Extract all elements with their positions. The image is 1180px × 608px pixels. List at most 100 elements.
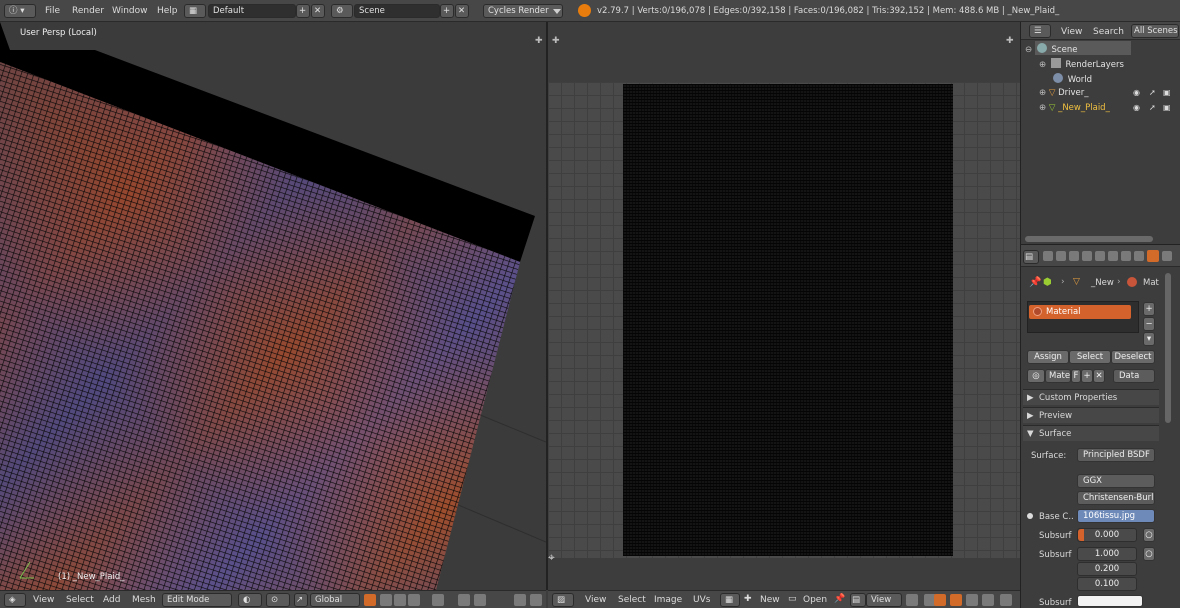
corner-plus-icon[interactable]: ✚ [535, 36, 543, 46]
island-mode-icon[interactable] [982, 594, 994, 606]
eye-icon[interactable]: ◉ [1133, 88, 1140, 97]
subsurface-radius-z[interactable]: 0.100 [1077, 577, 1137, 591]
material-name-field[interactable]: Mate [1045, 369, 1071, 383]
edge-select-icon[interactable] [394, 594, 406, 606]
scene-tab-icon[interactable] [1069, 251, 1079, 261]
uv-menu-uvs[interactable]: UVs [693, 595, 710, 605]
tree-item-scene[interactable]: ⊖ Scene [1025, 43, 1077, 55]
unlink-material-button[interactable]: ✕ [1093, 369, 1105, 383]
display-mode-select[interactable]: All Scenes [1131, 24, 1179, 38]
viewport-3d[interactable]: User Persp (Local) (1) _New_Plaid_ ✚ [0, 22, 546, 590]
viewport-menu-add[interactable]: Add [103, 595, 120, 605]
surface-panel[interactable]: ▼ Surface [1023, 425, 1159, 441]
modifiers-tab-icon[interactable] [1121, 251, 1131, 261]
fake-user-button[interactable]: F [1071, 369, 1081, 383]
uv-snap-icon[interactable] [1000, 594, 1012, 606]
uv-menu-view[interactable]: View [585, 595, 606, 605]
properties-editor-type-button[interactable]: ▤ [1023, 250, 1039, 264]
image-new-button[interactable]: New [760, 595, 780, 605]
subsurface-color-swatch[interactable] [1077, 595, 1143, 607]
menu-help[interactable]: Help [157, 6, 178, 16]
pin-icon[interactable]: 📌 [834, 594, 845, 604]
layers-tab-icon[interactable] [1056, 251, 1066, 261]
face-select-icon[interactable] [408, 594, 420, 606]
deselect-button[interactable]: Deselect [1111, 350, 1155, 364]
tree-item-driver[interactable]: ⊕ ▽ Driver_ [1039, 88, 1088, 98]
image-open-button[interactable]: Open [803, 595, 827, 605]
viewport-menu-mesh[interactable]: Mesh [132, 595, 156, 605]
corner-plus-icon[interactable]: ✚ [552, 36, 560, 46]
screen-layout-field[interactable]: Default [208, 4, 296, 18]
viewport-menu-select[interactable]: Select [66, 595, 94, 605]
select-button[interactable]: Select [1069, 350, 1111, 364]
mode-select[interactable]: Edit Mode [162, 593, 232, 607]
outliner-menu-view[interactable]: View [1061, 27, 1082, 37]
distribution-select[interactable]: GGX [1077, 474, 1155, 488]
render-tab-icon[interactable] [1043, 251, 1053, 261]
material-tab-icon[interactable] [1147, 250, 1159, 262]
add-layout-button[interactable]: + [296, 4, 310, 18]
viewport-editor-type-button[interactable]: ◈ [4, 593, 26, 607]
outliner-scrollbar[interactable] [1025, 236, 1153, 242]
uv-editor[interactable]: ✚ ✚ ⌖ [548, 22, 1020, 590]
browse-material-button[interactable]: ◎ [1027, 369, 1045, 383]
camera-icon[interactable]: ▣ [1163, 103, 1171, 112]
viewport-menu-view[interactable]: View [33, 595, 54, 605]
assign-button[interactable]: Assign [1027, 350, 1069, 364]
layer-icon[interactable] [364, 594, 376, 606]
add-slot-button[interactable]: + [1143, 302, 1155, 316]
image-new-icon[interactable]: ✚ [744, 594, 752, 604]
image-browse-button[interactable]: ▦ [720, 593, 740, 607]
opengl-render-icon[interactable] [530, 594, 542, 606]
material-slot[interactable]: Material [1029, 305, 1131, 319]
socket-button[interactable]: ○ [1143, 528, 1155, 542]
properties-scrollbar[interactable] [1165, 273, 1171, 423]
pivot-icon[interactable] [906, 594, 918, 606]
subsurface-radius-x[interactable]: 1.000 [1077, 547, 1137, 561]
link-select[interactable]: Data [1113, 369, 1155, 383]
folder-icon[interactable]: ▭ [788, 594, 797, 604]
vertex-select-icon[interactable] [380, 594, 392, 606]
subsurface-method-select[interactable]: Christensen-Burl... [1077, 491, 1155, 505]
socket-icon[interactable] [1027, 513, 1033, 519]
orientation-select[interactable]: Global [310, 593, 360, 607]
outliner-editor-type-button[interactable]: ☰ [1029, 24, 1051, 38]
uv-menu-image[interactable]: Image [654, 595, 682, 605]
screen-layout-icon[interactable]: ▦ [184, 4, 206, 18]
snap-target-icon[interactable] [474, 594, 486, 606]
new-material-button[interactable]: + [1081, 369, 1093, 383]
pin-icon[interactable]: 📌 [1029, 277, 1041, 288]
slot-menu-button[interactable]: ▾ [1143, 332, 1155, 346]
uv-editor-type-button[interactable]: ▨ [552, 593, 574, 607]
vertex-mode-icon[interactable] [934, 594, 946, 606]
face-mode-icon[interactable] [966, 594, 978, 606]
add-scene-button[interactable]: + [440, 4, 454, 18]
base-color-texture-field[interactable]: 106tissu.jpg [1077, 509, 1155, 523]
subsurface-radius-y[interactable]: 0.200 [1077, 562, 1137, 576]
socket-button[interactable]: ○ [1143, 547, 1155, 561]
eye-icon[interactable]: ◉ [1133, 103, 1140, 112]
camera-icon[interactable]: ▣ [1163, 88, 1171, 97]
tree-item-world[interactable]: World [1051, 73, 1092, 85]
cursor-icon[interactable]: ➚ [1149, 88, 1156, 97]
uv-view-mode-select[interactable]: ▤ [850, 593, 866, 607]
scene-field[interactable]: Scene [354, 4, 440, 18]
corner-plus-icon[interactable]: ✚ [1006, 36, 1014, 46]
proportional-edit-icon[interactable] [432, 594, 444, 606]
tree-item-renderlayers[interactable]: ⊕ RenderLayers [1039, 58, 1124, 70]
uv-view-select[interactable]: View [866, 593, 902, 607]
uv-menu-select[interactable]: Select [618, 595, 646, 605]
texture-tab-icon[interactable] [1162, 251, 1172, 261]
remove-slot-button[interactable]: − [1143, 317, 1155, 331]
edge-mode-icon[interactable] [950, 594, 962, 606]
scene-icon[interactable]: ⚙ [331, 4, 353, 18]
menu-file[interactable]: File [45, 6, 60, 16]
snap-icon[interactable] [458, 594, 470, 606]
transform-manipulator-icon[interactable]: ↗ [294, 593, 308, 607]
editor-type-button[interactable]: ⓘ ▾ [4, 4, 36, 18]
tree-item-new-plaid[interactable]: ⊕ ▽ _New_Plaid_ [1039, 103, 1110, 113]
remove-scene-button[interactable]: ✕ [455, 4, 469, 18]
cursor-icon[interactable]: ➚ [1149, 103, 1156, 112]
pivot-select[interactable]: ⊙ [266, 593, 290, 607]
subsurface-value-field[interactable]: 0.000 [1077, 528, 1137, 542]
